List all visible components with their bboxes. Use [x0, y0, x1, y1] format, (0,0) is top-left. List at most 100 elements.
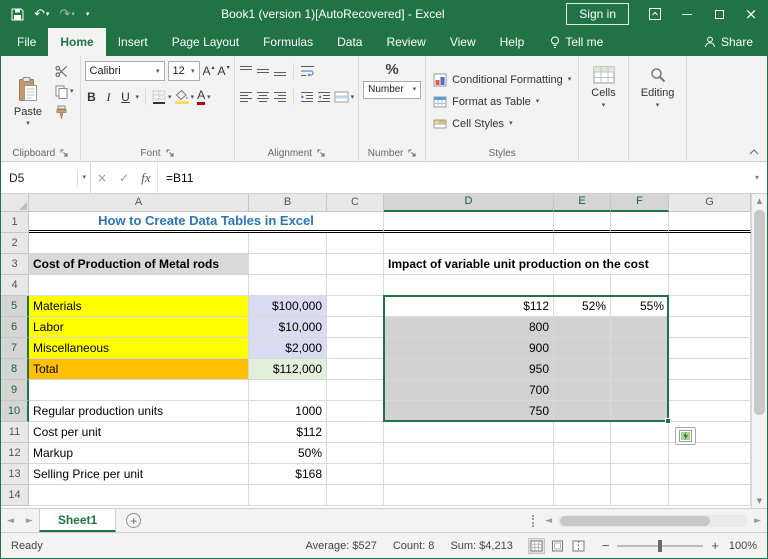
cell-D14[interactable] — [384, 485, 554, 506]
cell-G2[interactable] — [669, 233, 751, 254]
cell-B2[interactable] — [249, 233, 327, 254]
cell-E8[interactable] — [554, 359, 611, 380]
cell-D8[interactable]: 950 — [384, 359, 554, 380]
column-header-A[interactable]: A — [29, 194, 249, 212]
zoom-out-button[interactable]: − — [602, 539, 610, 552]
fill-color-button[interactable]: ▾ — [175, 90, 195, 105]
cell-B3[interactable] — [249, 254, 327, 275]
cell-E14[interactable] — [554, 485, 611, 506]
undo-button[interactable]: ↶ ▾ — [30, 6, 53, 23]
cell-E10[interactable] — [554, 401, 611, 422]
cell-D11[interactable] — [384, 422, 554, 443]
align-top-button[interactable] — [239, 64, 253, 79]
scroll-down-icon[interactable]: ▼ — [752, 497, 767, 505]
cell-E4[interactable] — [554, 275, 611, 296]
cut-button[interactable] — [55, 64, 74, 79]
cell-E7[interactable] — [554, 338, 611, 359]
cell-C14[interactable] — [327, 485, 384, 506]
cell-B11[interactable]: $112 — [249, 422, 327, 443]
cell-A11[interactable]: Cost per unit — [29, 422, 249, 443]
cell-F14[interactable] — [611, 485, 669, 506]
tab-view[interactable]: View — [438, 28, 488, 56]
row-header-13[interactable]: 13 — [1, 464, 29, 485]
font-name-select[interactable]: Calibri▾ — [85, 61, 165, 81]
tab-help[interactable]: Help — [488, 28, 537, 56]
zoom-slider[interactable] — [617, 545, 703, 547]
cell-B4[interactable] — [249, 275, 327, 296]
column-header-D[interactable]: D — [384, 194, 554, 212]
alignment-dialog-launcher[interactable] — [317, 149, 325, 157]
decrease-indent-button[interactable] — [300, 90, 314, 105]
cell-F9[interactable] — [611, 380, 669, 401]
cell-C4[interactable] — [327, 275, 384, 296]
row-header-7[interactable]: 7 — [1, 338, 29, 359]
enter-formula-button[interactable]: ✓ — [113, 162, 135, 193]
cell-G9[interactable] — [669, 380, 751, 401]
cell-F10[interactable] — [611, 401, 669, 422]
bold-button[interactable]: B — [85, 90, 99, 104]
row-header-6[interactable]: 6 — [1, 317, 29, 338]
tab-home[interactable]: Home — [48, 28, 105, 56]
align-right-button[interactable] — [273, 90, 287, 105]
quick-analysis-button[interactable] — [675, 427, 696, 445]
sheet-nav-left-button[interactable]: ◄ — [1, 516, 20, 526]
cell-B7[interactable]: $2,000 — [249, 338, 327, 359]
cell-A12[interactable]: Markup — [29, 443, 249, 464]
font-size-select[interactable]: 12▾ — [168, 61, 200, 81]
tab-insert[interactable]: Insert — [106, 28, 160, 56]
cell-F5[interactable]: 55% — [611, 296, 669, 317]
new-sheet-button[interactable]: + — [126, 513, 141, 528]
cell-D6[interactable]: 800 — [384, 317, 554, 338]
cell-D10[interactable]: 750 — [384, 401, 554, 422]
sheet-tab-sheet1[interactable]: Sheet1 — [39, 509, 116, 532]
cell-D4[interactable] — [384, 275, 554, 296]
cell-F1[interactable] — [611, 212, 669, 233]
column-header-G[interactable]: G — [669, 194, 751, 212]
format-painter-button[interactable] — [55, 104, 74, 119]
cell-B6[interactable]: $10,000 — [249, 317, 327, 338]
cell-D2[interactable] — [384, 233, 554, 254]
row-header-5[interactable]: 5 — [1, 296, 29, 317]
font-dialog-launcher[interactable] — [166, 149, 174, 157]
hscroll-left-button[interactable]: ◄ — [539, 516, 558, 526]
cell-G4[interactable] — [669, 275, 751, 296]
cell-E6[interactable] — [554, 317, 611, 338]
insert-function-button[interactable]: fx — [135, 162, 157, 193]
row-header-8[interactable]: 8 — [1, 359, 29, 380]
row-header-9[interactable]: 9 — [1, 380, 29, 401]
customize-quick-access-button[interactable]: ▾ — [81, 8, 94, 20]
align-bottom-button[interactable] — [273, 64, 287, 79]
increase-font-size-button[interactable]: A ▴ — [203, 65, 215, 77]
number-dialog-launcher[interactable] — [408, 149, 416, 157]
cell-C13[interactable] — [327, 464, 384, 485]
cell-G13[interactable] — [669, 464, 751, 485]
cell-G14[interactable] — [669, 485, 751, 506]
italic-button[interactable]: I — [102, 90, 116, 105]
row-header-12[interactable]: 12 — [1, 443, 29, 464]
row-header-11[interactable]: 11 — [1, 422, 29, 443]
clipboard-dialog-launcher[interactable] — [60, 149, 68, 157]
increase-indent-button[interactable] — [317, 90, 331, 105]
cell-E13[interactable] — [554, 464, 611, 485]
tab-page-layout[interactable]: Page Layout — [160, 28, 251, 56]
cell-F11[interactable] — [611, 422, 669, 443]
cell-G7[interactable] — [669, 338, 751, 359]
copy-button[interactable]: ▾ — [55, 84, 74, 99]
name-box[interactable]: D5 ▾ — [1, 162, 91, 193]
cell-B9[interactable] — [249, 380, 327, 401]
editing-button[interactable]: Editing ▾ — [633, 58, 683, 109]
zoom-slider-thumb[interactable] — [658, 540, 662, 552]
font-color-button[interactable]: A ▾ — [197, 90, 211, 105]
cell-F8[interactable] — [611, 359, 669, 380]
cell-E9[interactable] — [554, 380, 611, 401]
cell-A14[interactable] — [29, 485, 249, 506]
align-center-button[interactable] — [256, 90, 270, 105]
align-left-button[interactable] — [239, 90, 253, 105]
row-header-2[interactable]: 2 — [1, 233, 29, 254]
tab-scroll-splitter[interactable] — [532, 515, 534, 527]
cell-E5[interactable]: 52% — [554, 296, 611, 317]
maximize-button[interactable] — [703, 0, 735, 28]
minimize-button[interactable] — [671, 0, 703, 28]
cell-G1[interactable] — [669, 212, 751, 233]
select-all-button[interactable] — [1, 194, 29, 212]
